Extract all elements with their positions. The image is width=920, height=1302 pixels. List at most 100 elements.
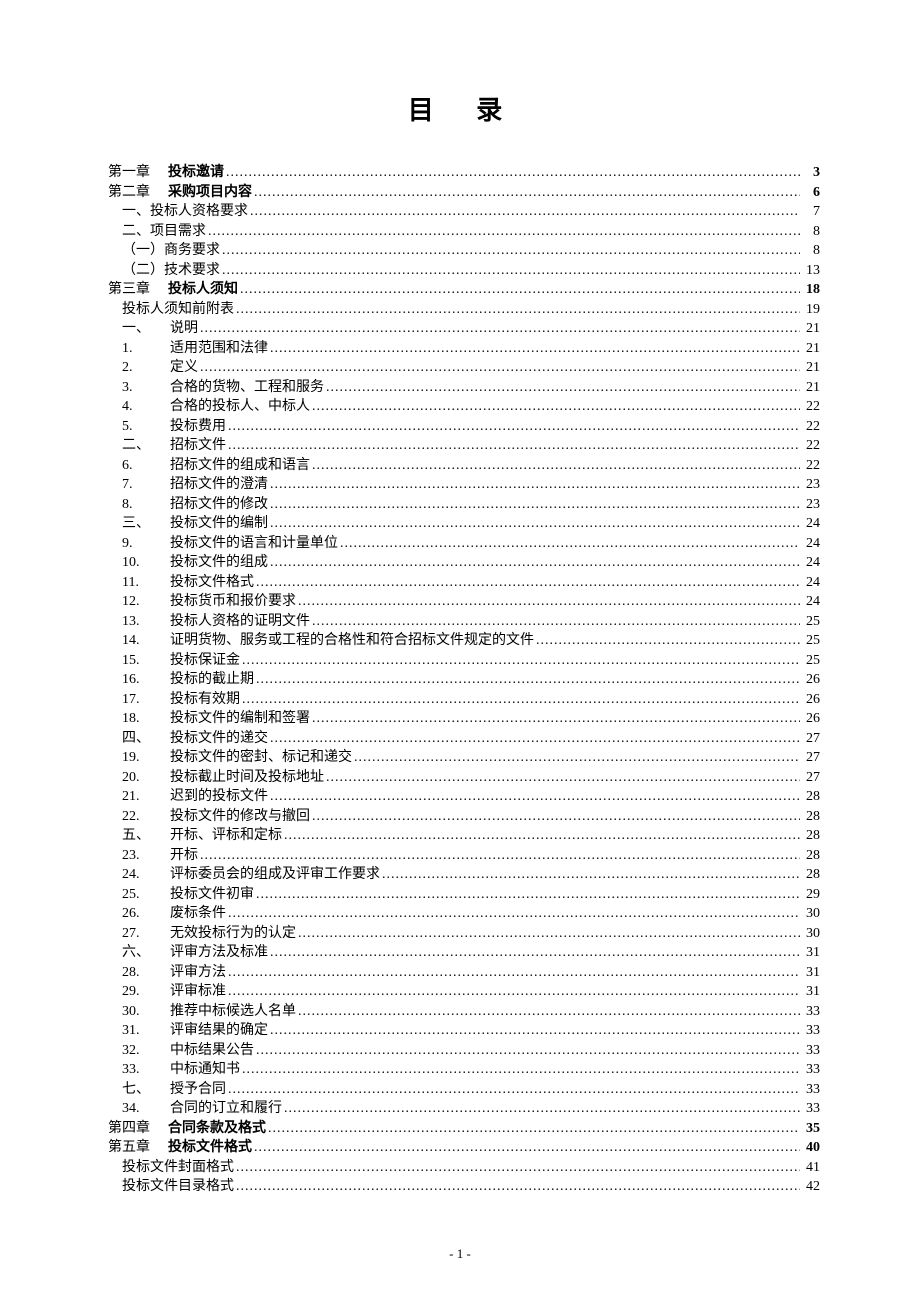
toc-entry-label: 开标 <box>170 846 198 866</box>
toc-entry-num: 第二章 <box>108 183 168 203</box>
toc-dots <box>236 1158 800 1178</box>
toc-entry-num: 25. <box>122 885 170 905</box>
toc-entry: 11.投标文件格式24 <box>108 573 820 593</box>
toc-entry: 一、说明21 <box>108 319 820 339</box>
toc-title: 目 录 <box>108 90 820 127</box>
toc-entry-label: 投标文件的编制 <box>170 514 268 534</box>
toc-entry-page: 23 <box>802 495 820 515</box>
toc-dots <box>200 319 800 339</box>
toc-entry: 24.评标委员会的组成及评审工作要求28 <box>108 865 820 885</box>
toc-entry-page: 31 <box>802 963 820 983</box>
toc-entry-num: 第三章 <box>108 280 168 300</box>
toc-entry-page: 21 <box>802 378 820 398</box>
toc-entry-page: 25 <box>802 612 820 632</box>
toc-entry-page: 33 <box>802 1099 820 1119</box>
toc-entry: 30.推荐中标候选人名单33 <box>108 1002 820 1022</box>
toc-entry-label: （一）商务要求 <box>122 241 220 261</box>
toc-entry-page: 28 <box>802 865 820 885</box>
toc-entry-label: 合格的货物、工程和服务 <box>170 378 324 398</box>
toc-entry-page: 33 <box>802 1002 820 1022</box>
toc-dots <box>254 183 800 203</box>
toc-entry: 34.合同的订立和履行33 <box>108 1099 820 1119</box>
toc-dots <box>382 865 800 885</box>
toc-entry-page: 22 <box>802 417 820 437</box>
toc-entry-label: 投标文件的密封、标记和递交 <box>170 748 352 768</box>
toc-entry-num: 32. <box>122 1041 170 1061</box>
toc-entry-num: 3. <box>122 378 170 398</box>
toc-entry-page: 30 <box>802 904 820 924</box>
toc-entry-label: 迟到的投标文件 <box>170 787 268 807</box>
toc-entry-label: 证明货物、服务或工程的合格性和符合招标文件规定的文件 <box>170 631 534 651</box>
toc-entry-label: 投标文件初审 <box>170 885 254 905</box>
toc-dots <box>298 924 800 944</box>
toc-entry-num: 4. <box>122 397 170 417</box>
toc-entry: 七、授予合同33 <box>108 1080 820 1100</box>
toc-entry-page: 22 <box>802 436 820 456</box>
toc-dots <box>236 1177 800 1197</box>
toc-entry: 31.评审结果的确定33 <box>108 1021 820 1041</box>
toc-entry-page: 26 <box>802 690 820 710</box>
toc-entry-page: 42 <box>802 1177 820 1197</box>
toc-entry: 28.评审方法 31 <box>108 963 820 983</box>
toc-entry-num: 34. <box>122 1099 170 1119</box>
toc-entry-label: 中标结果公告 <box>170 1041 254 1061</box>
toc-dots <box>228 417 800 437</box>
toc-dots <box>270 943 800 963</box>
toc-entry-label: 授予合同 <box>170 1080 226 1100</box>
toc-entry-page: 30 <box>802 924 820 944</box>
toc-dots <box>256 1041 800 1061</box>
toc-dots <box>312 456 800 476</box>
toc-entry-page: 24 <box>802 534 820 554</box>
toc-dots <box>228 963 800 983</box>
toc-dots <box>200 846 800 866</box>
toc-dots <box>226 163 800 183</box>
toc-entry-label: 合同条款及格式 <box>168 1119 266 1139</box>
toc-entry-label: 投标保证金 <box>170 651 240 671</box>
toc-dots <box>228 436 800 456</box>
toc-entry: 六、评审方法及标准31 <box>108 943 820 963</box>
toc-entry: 第五章投标文件格式40 <box>108 1138 820 1158</box>
toc-entry: （一）商务要求8 <box>108 241 820 261</box>
toc-entry-page: 28 <box>802 807 820 827</box>
toc-entry-label: 投标的截止期 <box>170 670 254 690</box>
toc-entry: 第二章采购项目内容6 <box>108 183 820 203</box>
toc-entry-num: 11. <box>122 573 170 593</box>
toc-entry-page: 33 <box>802 1021 820 1041</box>
toc-dots <box>240 280 800 300</box>
toc-dots <box>284 1099 800 1119</box>
toc-entry-page: 21 <box>802 319 820 339</box>
toc-entry: 五、开标、评标和定标28 <box>108 826 820 846</box>
toc-entry: 4.合格的投标人、中标人22 <box>108 397 820 417</box>
toc-entry-num: 六、 <box>122 943 170 963</box>
toc-entry-num: 一、 <box>122 319 170 339</box>
toc-dots <box>268 1119 800 1139</box>
toc-entry: （二）技术要求13 <box>108 261 820 281</box>
toc-entry-label: 投标邀请 <box>168 163 224 183</box>
toc-entry-page: 28 <box>802 826 820 846</box>
toc-entry-label: 评审方法 <box>170 963 226 983</box>
toc-entry-num: 21. <box>122 787 170 807</box>
toc-entry-page: 25 <box>802 651 820 671</box>
toc-entry-num: 五、 <box>122 826 170 846</box>
toc-dots <box>340 534 800 554</box>
toc-dots <box>312 397 800 417</box>
toc-entry: 第三章投标人须知18 <box>108 280 820 300</box>
toc-entry: 3.合格的货物、工程和服务 21 <box>108 378 820 398</box>
toc-entry-num: 9. <box>122 534 170 554</box>
toc-entry-label: 招标文件的澄清 <box>170 475 268 495</box>
toc-entry: 第一章投标邀请3 <box>108 163 820 183</box>
toc-dots <box>270 495 800 515</box>
toc-entry-num: 6. <box>122 456 170 476</box>
toc-entry: 一、投标人资格要求7 <box>108 202 820 222</box>
toc-entry-num: 7. <box>122 475 170 495</box>
toc-entry: 四、投标文件的递交27 <box>108 729 820 749</box>
toc-entry-num: 2. <box>122 358 170 378</box>
toc-entry-label: 投标文件格式 <box>168 1138 252 1158</box>
toc-dots <box>298 592 800 612</box>
toc-entry-label: 无效投标行为的认定 <box>170 924 296 944</box>
toc-dots <box>228 1080 800 1100</box>
toc-entry-num: 28. <box>122 963 170 983</box>
toc-entry-label: 投标人须知 <box>168 280 238 300</box>
toc-dots <box>312 807 800 827</box>
toc-entry: 22.投标文件的修改与撤回28 <box>108 807 820 827</box>
